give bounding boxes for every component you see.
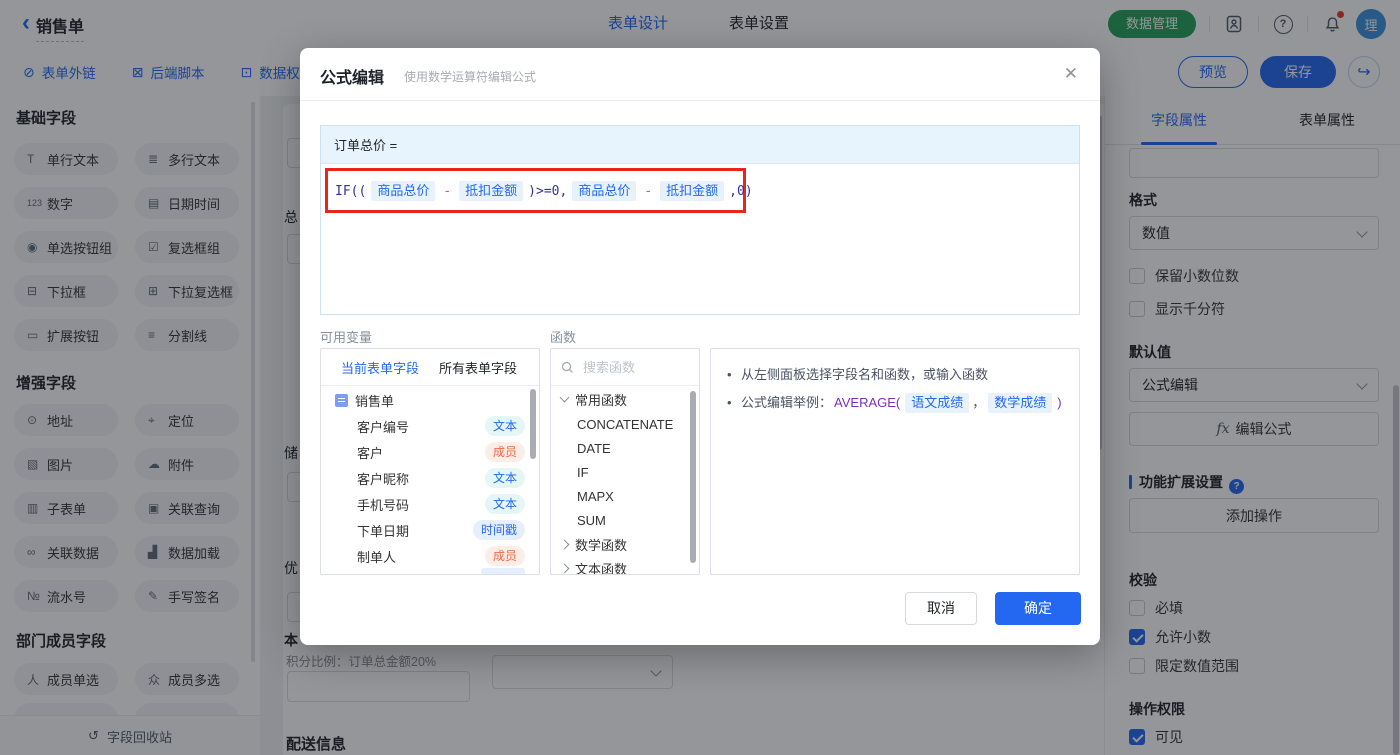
functions-pane: 常用函数 CONCATENATE DATE IF MAPX SUM 数学函数 文…: [550, 348, 700, 575]
variables-label: 可用变量: [320, 330, 373, 345]
formula-expression[interactable]: IF(( 商品总价 - 抵扣金额 )>=0, 商品总价 - 抵扣金额 ,0): [334, 181, 754, 201]
variable-row[interactable]: 下单日期 时间戳: [321, 517, 539, 543]
function-item[interactable]: DATE: [551, 436, 699, 460]
modal-title: 公式编辑: [320, 70, 385, 87]
example-field-token: 数学成绩: [988, 393, 1053, 413]
hint-line-1: • 从左侧面板选择字段名和函数，或输入函数: [727, 365, 1067, 385]
tab-current-form-fields[interactable]: 当前表单字段: [341, 358, 419, 377]
example-field-token: 语文成绩: [905, 393, 970, 413]
app-window: ‹ 销售单 表单设计 表单设置 数据管理 ? 理 ⊘ 表单外链 ⊠ 后端脚本 ⊡…: [0, 0, 1400, 755]
function-group-common[interactable]: 常用函数: [551, 387, 699, 411]
function-group-text[interactable]: 文本函数: [551, 556, 699, 574]
cancel-button[interactable]: 取消: [905, 592, 977, 625]
field-token[interactable]: 抵扣金额: [660, 181, 725, 201]
functions-label: 函数: [550, 330, 577, 345]
field-token[interactable]: 抵扣金额: [459, 181, 524, 201]
modal-header: 公式编辑 使用数学运算符编辑公式 ✕: [300, 48, 1100, 101]
variable-row[interactable]: 制单人 成员: [321, 543, 539, 569]
variables-pane: 当前表单字段 所有表单字段 销售单 客户编号 文本 客户 成员 客户昵称 文本 …: [320, 348, 540, 575]
tree-root-form[interactable]: 销售单: [321, 387, 539, 413]
chevron-right-icon: [559, 539, 570, 549]
variable-row[interactable]: 手机号码 文本: [321, 491, 539, 517]
formula-edit-modal: 公式编辑 使用数学运算符编辑公式 ✕ 订单总价 = IF(( 商品总价 - 抵扣…: [300, 48, 1100, 645]
variables-scrollbar[interactable]: [530, 389, 536, 459]
field-token[interactable]: 商品总价: [371, 181, 436, 201]
form-doc-icon: [335, 393, 348, 407]
formula-editor: 订单总价 = IF(( 商品总价 - 抵扣金额 )>=0, 商品总价 - 抵扣金…: [320, 125, 1080, 315]
field-type-badge: 文本: [484, 468, 525, 488]
confirm-button[interactable]: 确定: [995, 592, 1081, 625]
formula-input-area[interactable]: IF(( 商品总价 - 抵扣金额 )>=0, 商品总价 - 抵扣金额 ,0): [321, 164, 1079, 314]
field-type-badge: 成员: [484, 546, 525, 566]
function-search-input[interactable]: [581, 358, 685, 376]
functions-scrollbar[interactable]: [690, 391, 696, 563]
chevron-right-icon: [559, 563, 570, 573]
search-icon: [561, 361, 573, 373]
tab-all-form-fields[interactable]: 所有表单字段: [439, 358, 517, 377]
variable-row-partial: [481, 568, 525, 574]
bullet-icon: •: [727, 367, 732, 382]
formula-target-bar: 订单总价 =: [321, 126, 1079, 164]
hints-pane: • 从左侧面板选择字段名和函数，或输入函数 • 公式编辑举例： AVERAGE(…: [710, 348, 1080, 575]
function-item[interactable]: MAPX: [551, 484, 699, 508]
field-type-badge: 成员: [484, 442, 525, 462]
function-item[interactable]: IF: [551, 460, 699, 484]
hint-line-2: • 公式编辑举例： AVERAGE( 语文成绩 ， 数学成绩 ): [727, 393, 1067, 413]
bullet-icon: •: [727, 395, 732, 410]
close-icon[interactable]: ✕: [1064, 64, 1078, 84]
variable-row[interactable]: 客户昵称 文本: [321, 465, 539, 491]
variables-tabs: 当前表单字段 所有表单字段: [321, 349, 539, 386]
variable-row[interactable]: 客户编号 文本: [321, 413, 539, 439]
chevron-down-icon: [559, 392, 570, 403]
field-type-badge: 文本: [484, 494, 525, 514]
function-group-math[interactable]: 数学函数: [551, 532, 699, 556]
field-token[interactable]: 商品总价: [572, 181, 637, 201]
field-type-badge: 文本: [484, 416, 525, 436]
variable-row[interactable]: 客户 成员: [321, 439, 539, 465]
function-item[interactable]: SUM: [551, 508, 699, 532]
field-type-badge: 时间戳: [472, 520, 525, 540]
function-item[interactable]: CONCATENATE: [551, 412, 699, 436]
function-search[interactable]: [551, 349, 699, 386]
modal-subtitle: 使用数学运算符编辑公式: [404, 70, 537, 84]
